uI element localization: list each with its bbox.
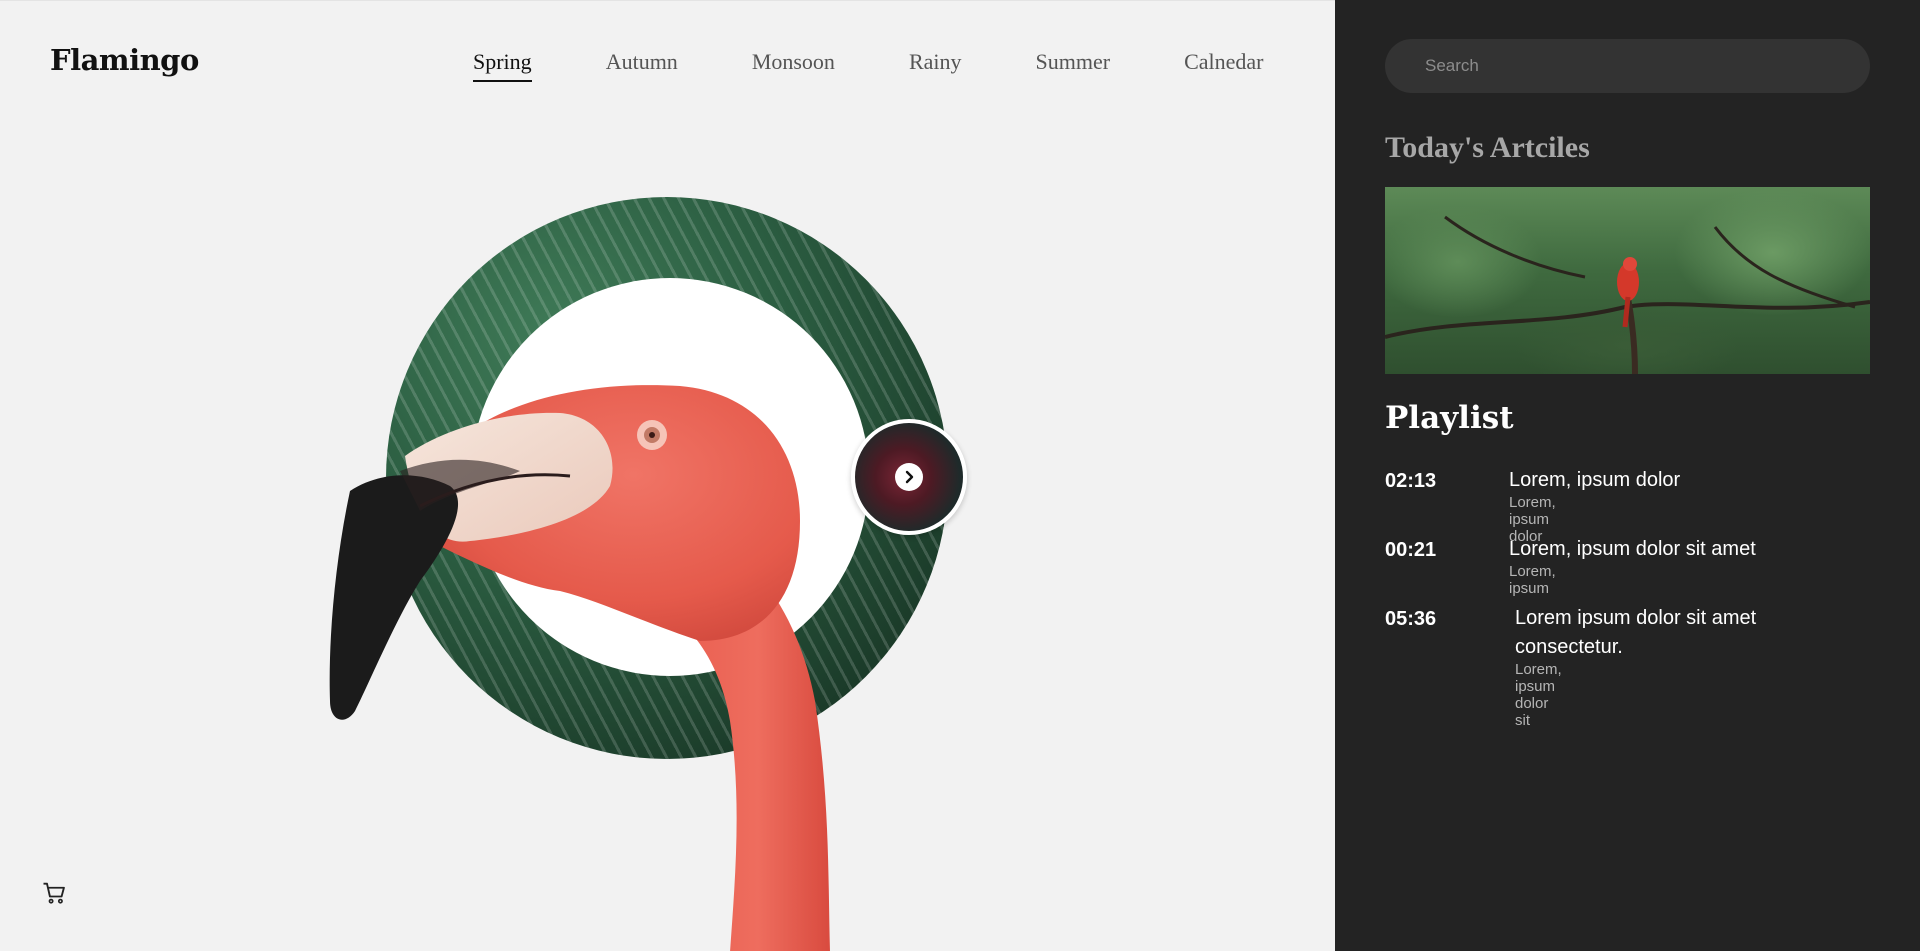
track-title: Lorem ipsum dolor sit amet consectetur.	[1515, 607, 1757, 658]
cart-button[interactable]	[40, 879, 68, 907]
articles-heading: Today's Artciles	[1385, 131, 1590, 164]
main-panel: Flamingo Spring Autumn Monsoon Rainy Sum…	[0, 0, 1335, 951]
track-time: 05:36	[1385, 608, 1437, 630]
track-title: Lorem, ipsum dolor sit amet	[1509, 538, 1756, 560]
search-input[interactable]	[1385, 39, 1870, 93]
track-time: 02:13	[1385, 470, 1437, 492]
hero-illustration	[0, 1, 1335, 951]
playlist-heading: Playlist	[1385, 400, 1514, 436]
sidebar: Today's Artciles Playlist 02:13 Lorem, i…	[1335, 0, 1920, 951]
flamingo-image	[329, 385, 830, 951]
parrot-in-tree-image	[1385, 215, 1870, 374]
thumbnail-flamingo-flock[interactable]	[851, 419, 967, 535]
article-image-parrot[interactable]	[1385, 187, 1870, 374]
track-time: 00:21	[1385, 539, 1437, 561]
track-subtitle: Lorem, ipsum dolor sit	[1515, 661, 1562, 729]
cart-icon	[43, 882, 65, 904]
track-subtitle: Lorem, ipsum	[1509, 563, 1556, 597]
next-slide-button[interactable]	[895, 463, 923, 491]
track-title: Lorem, ipsum dolor	[1509, 469, 1681, 491]
chevron-right-icon	[905, 470, 914, 484]
